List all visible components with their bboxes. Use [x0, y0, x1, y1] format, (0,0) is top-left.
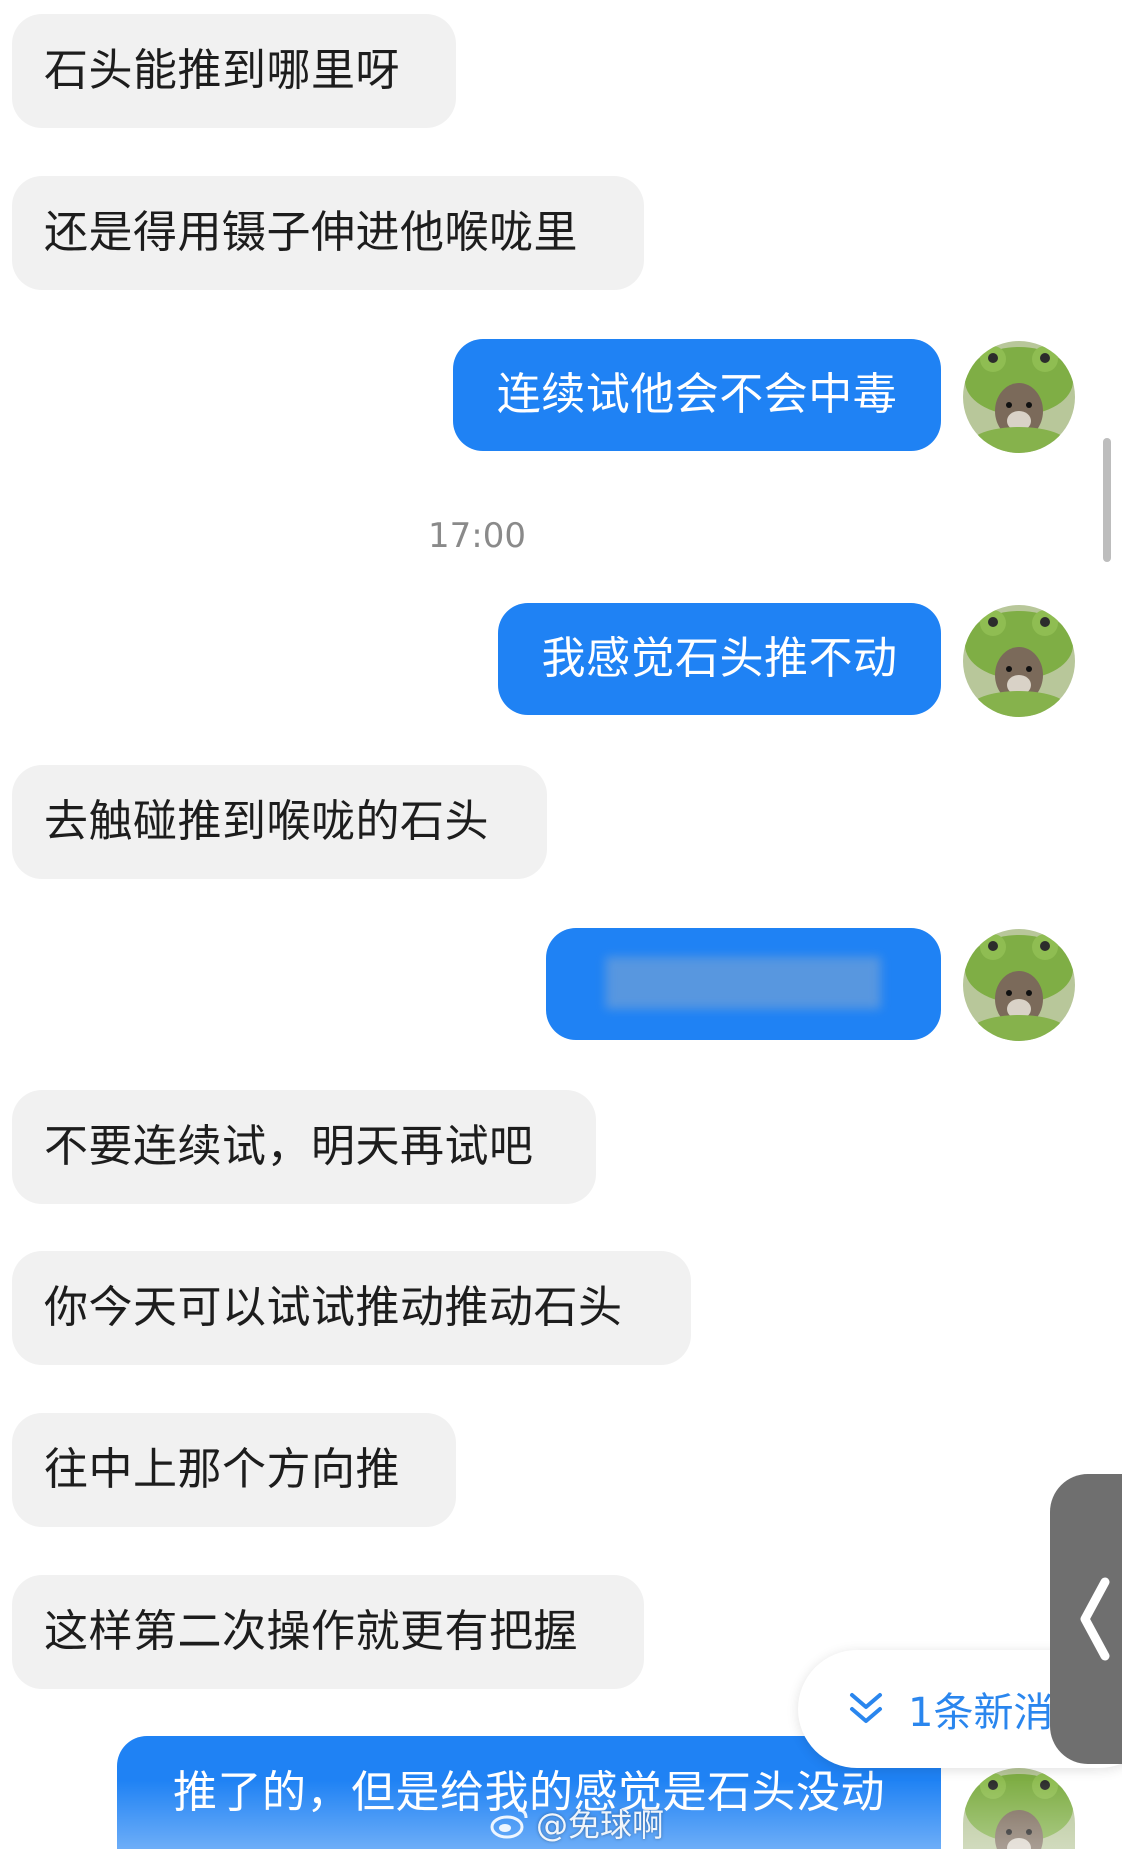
watermark-text: @免球啊 [536, 1806, 665, 1844]
message-text: 往中上那个方向推 [44, 1444, 400, 1495]
chevron-double-down-icon [850, 1693, 882, 1723]
message-text: 我感觉石头推不动 [541, 633, 898, 684]
weibo-logo-icon [490, 1808, 528, 1839]
watermark: @免球啊 [490, 1800, 664, 1846]
frog-hat-avatar-icon [963, 929, 1075, 1041]
chevron-left-icon [1080, 1577, 1110, 1661]
incoming-message-bubble[interactable]: 还是得用镊子伸进他喉咙里 [12, 176, 644, 290]
incoming-message-bubble[interactable]: 往中上那个方向推 [12, 1413, 456, 1527]
incoming-message-bubble[interactable]: 你今天可以试试推动推动石头 [12, 1251, 691, 1365]
outgoing-message-bubble[interactable]: ████████ [546, 928, 941, 1040]
message-text: 石头能推到哪里呀 [44, 45, 400, 96]
incoming-message-bubble[interactable]: 不要连续试，明天再试吧 [12, 1090, 596, 1204]
message-text: 还是得用镊子伸进他喉咙里 [44, 207, 578, 258]
chat-screen: { "messages": [ {"side": "in", "text": "… [0, 0, 1122, 1849]
message-timestamp: 17:00 [428, 516, 526, 556]
user-avatar[interactable] [963, 929, 1075, 1041]
outgoing-message-bubble[interactable]: 连续试他会不会中毒 [453, 339, 941, 451]
frog-hat-avatar-icon [963, 1768, 1075, 1849]
user-avatar[interactable] [963, 1768, 1075, 1849]
user-avatar[interactable] [963, 341, 1075, 453]
message-text: 去触碰推到喉咙的石头 [44, 796, 489, 847]
message-text: 你今天可以试试推动推动石头 [44, 1282, 623, 1333]
side-drawer-handle[interactable] [1050, 1474, 1122, 1764]
message-text: 不要连续试，明天再试吧 [44, 1121, 534, 1172]
incoming-message-bubble[interactable]: 这样第二次操作就更有把握 [12, 1575, 644, 1689]
outgoing-message-bubble[interactable]: 我感觉石头推不动 [498, 603, 941, 715]
message-text: 这样第二次操作就更有把握 [44, 1606, 578, 1657]
incoming-message-bubble[interactable]: 去触碰推到喉咙的石头 [12, 765, 547, 879]
user-avatar[interactable] [963, 605, 1075, 717]
frog-hat-avatar-icon [963, 605, 1075, 717]
scrollbar-thumb[interactable] [1103, 438, 1111, 562]
incoming-message-bubble[interactable]: 石头能推到哪里呀 [12, 14, 456, 128]
frog-hat-avatar-icon [963, 341, 1075, 453]
blurred-message-text: ████████ [606, 958, 881, 1009]
message-text: 连续试他会不会中毒 [496, 369, 898, 420]
